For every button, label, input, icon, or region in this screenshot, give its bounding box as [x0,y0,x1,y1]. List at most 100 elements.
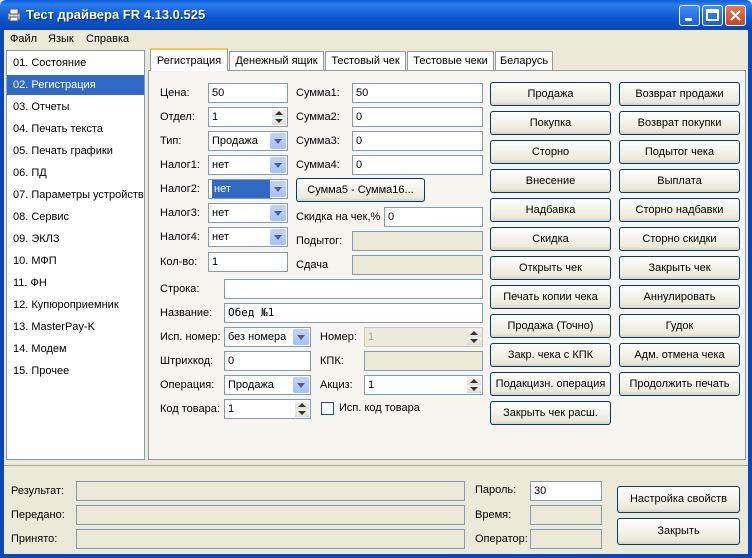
markup-button[interactable]: Надбавка [490,198,611,222]
tax2-select[interactable]: нет [208,179,288,199]
chevron-down-icon[interactable] [270,157,286,173]
nav-item-eklz[interactable]: 09. ЭКЛЗ [7,229,144,249]
print-copy-button[interactable]: Печать копии чека [490,285,611,309]
return-purchase-button[interactable]: Возврат покупки [619,111,740,135]
chevron-down-icon[interactable] [270,229,286,245]
type-value: Продажа [212,135,258,147]
sum5-16-button[interactable]: Сумма5 - Сумма16... [296,178,425,202]
beep-button[interactable]: Гудок [619,314,740,338]
operation-value: Продажа [228,379,274,391]
tax3-select[interactable]: нет [208,203,288,223]
purchase-button[interactable]: Покупка [490,111,611,135]
qty-input[interactable]: 1 [208,252,288,272]
nav-item-print-graphics[interactable]: 05. Печать графики [7,141,144,161]
menu-language[interactable]: Язык [48,33,74,45]
discount-input[interactable]: 0 [384,207,483,227]
cash-out-button[interactable]: Выплата [619,169,740,193]
nav-item-pd[interactable]: 06. ПД [7,163,144,183]
open-receipt-button[interactable]: Открыть чек [490,256,611,280]
nav-item-masterpay[interactable]: 13. MasterPay-K [7,317,144,337]
dept-spin[interactable] [272,109,286,125]
tab-cash-drawer[interactable]: Денежный ящик [229,51,324,70]
tab-registration[interactable]: Регистрация [150,48,228,71]
chevron-down-icon[interactable] [293,377,309,393]
sum4-label: Сумма4: [296,159,340,171]
nav-item-fn[interactable]: 11. ФН [7,273,144,293]
nav-item-registration[interactable]: 02. Регистрация [7,75,144,95]
nav-item-bill-acceptor[interactable]: 12. Купюроприемник [7,295,144,315]
close-receipt-ext-button[interactable]: Закрыть чек расш. [490,401,611,425]
type-select[interactable]: Продажа [208,131,288,151]
nav-item-other[interactable]: 15. Прочее [7,361,144,381]
excise-stepper[interactable]: 1 [364,375,483,395]
barcode-input[interactable]: 0 [224,351,311,371]
storno-discount-button[interactable]: Сторно скидки [619,227,740,251]
continue-print-button[interactable]: Продолжить печать [619,372,740,396]
receipt-subtotal-button[interactable]: Подытог чека [619,140,740,164]
excise-operation-button[interactable]: Подакцизн. операция [490,372,611,396]
nav-item-state[interactable]: 01. Состояние [7,53,144,73]
tax2-label: Налог2: [160,183,200,195]
close-app-button[interactable]: Закрыть [617,518,740,545]
product-code-stepper[interactable]: 1 [224,399,311,419]
cash-in-button[interactable]: Внесение [490,169,611,193]
nav-item-print-text[interactable]: 04. Печать текста [7,119,144,139]
excise-spin[interactable] [467,377,481,393]
chevron-down-icon[interactable] [270,133,286,149]
use-number-select[interactable]: без номера [224,327,311,347]
tab-test-receipt[interactable]: Тестовый чек [325,51,406,70]
discount-label: Скидка на чек,% [296,211,381,223]
cancel-receipt-button[interactable]: Аннулировать [619,285,740,309]
operation-label: Операция: [160,379,215,391]
nav-item-reports[interactable]: 03. Отчеты [7,97,144,117]
tax1-select[interactable]: нет [208,155,288,175]
password-input[interactable]: 30 [530,481,602,501]
sum1-label: Сумма1: [296,87,340,99]
use-product-code-checkbox[interactable] [321,402,334,415]
dept-stepper[interactable]: 1 [208,107,288,127]
sale-button[interactable]: Продажа [490,82,611,106]
return-sale-button[interactable]: Возврат продажи [619,82,740,106]
received-field [76,529,465,549]
nav-item-device-params[interactable]: 07. Параметры устройства [7,185,144,205]
menu-help[interactable]: Справка [86,33,129,45]
discount-button[interactable]: Скидка [490,227,611,251]
chevron-down-icon[interactable] [270,181,286,197]
chevron-down-icon[interactable] [270,205,286,221]
nav-item-service[interactable]: 08. Сервис [7,207,144,227]
sum3-input[interactable]: 0 [352,131,483,151]
close-receipt-kpk-button[interactable]: Закр. чека с КПК [490,343,611,367]
close-button[interactable] [725,5,746,26]
chevron-down-icon[interactable] [293,329,309,345]
price-input[interactable]: 50 [208,83,288,103]
storno-markup-button[interactable]: Сторно надбавки [619,198,740,222]
nav-list[interactable]: 01. Состояние 02. Регистрация 03. Отчеты… [6,50,145,460]
settings-button[interactable]: Настройка свойств [617,486,740,513]
menu-file[interactable]: Файл [10,33,37,45]
operation-select[interactable]: Продажа [224,375,311,395]
tab-belarus[interactable]: Беларусь [495,51,553,70]
price-label: Цена: [160,87,190,99]
sale-exact-button[interactable]: Продажа (Точно) [490,314,611,338]
line-input[interactable] [224,279,483,299]
sum2-input[interactable]: 0 [352,107,483,127]
name-input[interactable]: Обед №1 [224,303,483,323]
close-receipt-button[interactable]: Закрыть чек [619,256,740,280]
tab-test-receipts[interactable]: Тестовые чеки [407,51,494,70]
nav-item-mfp[interactable]: 10. МФП [7,251,144,271]
tax4-select[interactable]: нет [208,227,288,247]
product-code-spin[interactable] [295,401,309,417]
barcode-label: Штрихкод: [160,355,214,367]
password-label: Пароль: [475,484,517,496]
sum4-input[interactable]: 0 [352,155,483,175]
nav-item-modem[interactable]: 14. Модем [7,339,144,359]
sum1-input[interactable]: 50 [352,83,483,103]
maximize-button[interactable] [702,5,723,26]
admin-cancel-button[interactable]: Адм. отмена чека [619,343,740,367]
product-code-label: Код товара: [160,403,220,415]
minimize-button[interactable] [679,5,700,26]
excise-value: 1 [368,379,375,391]
change-label: Сдача [296,259,329,271]
storno-button[interactable]: Сторно [490,140,611,164]
sum2-label: Сумма2: [296,111,340,123]
